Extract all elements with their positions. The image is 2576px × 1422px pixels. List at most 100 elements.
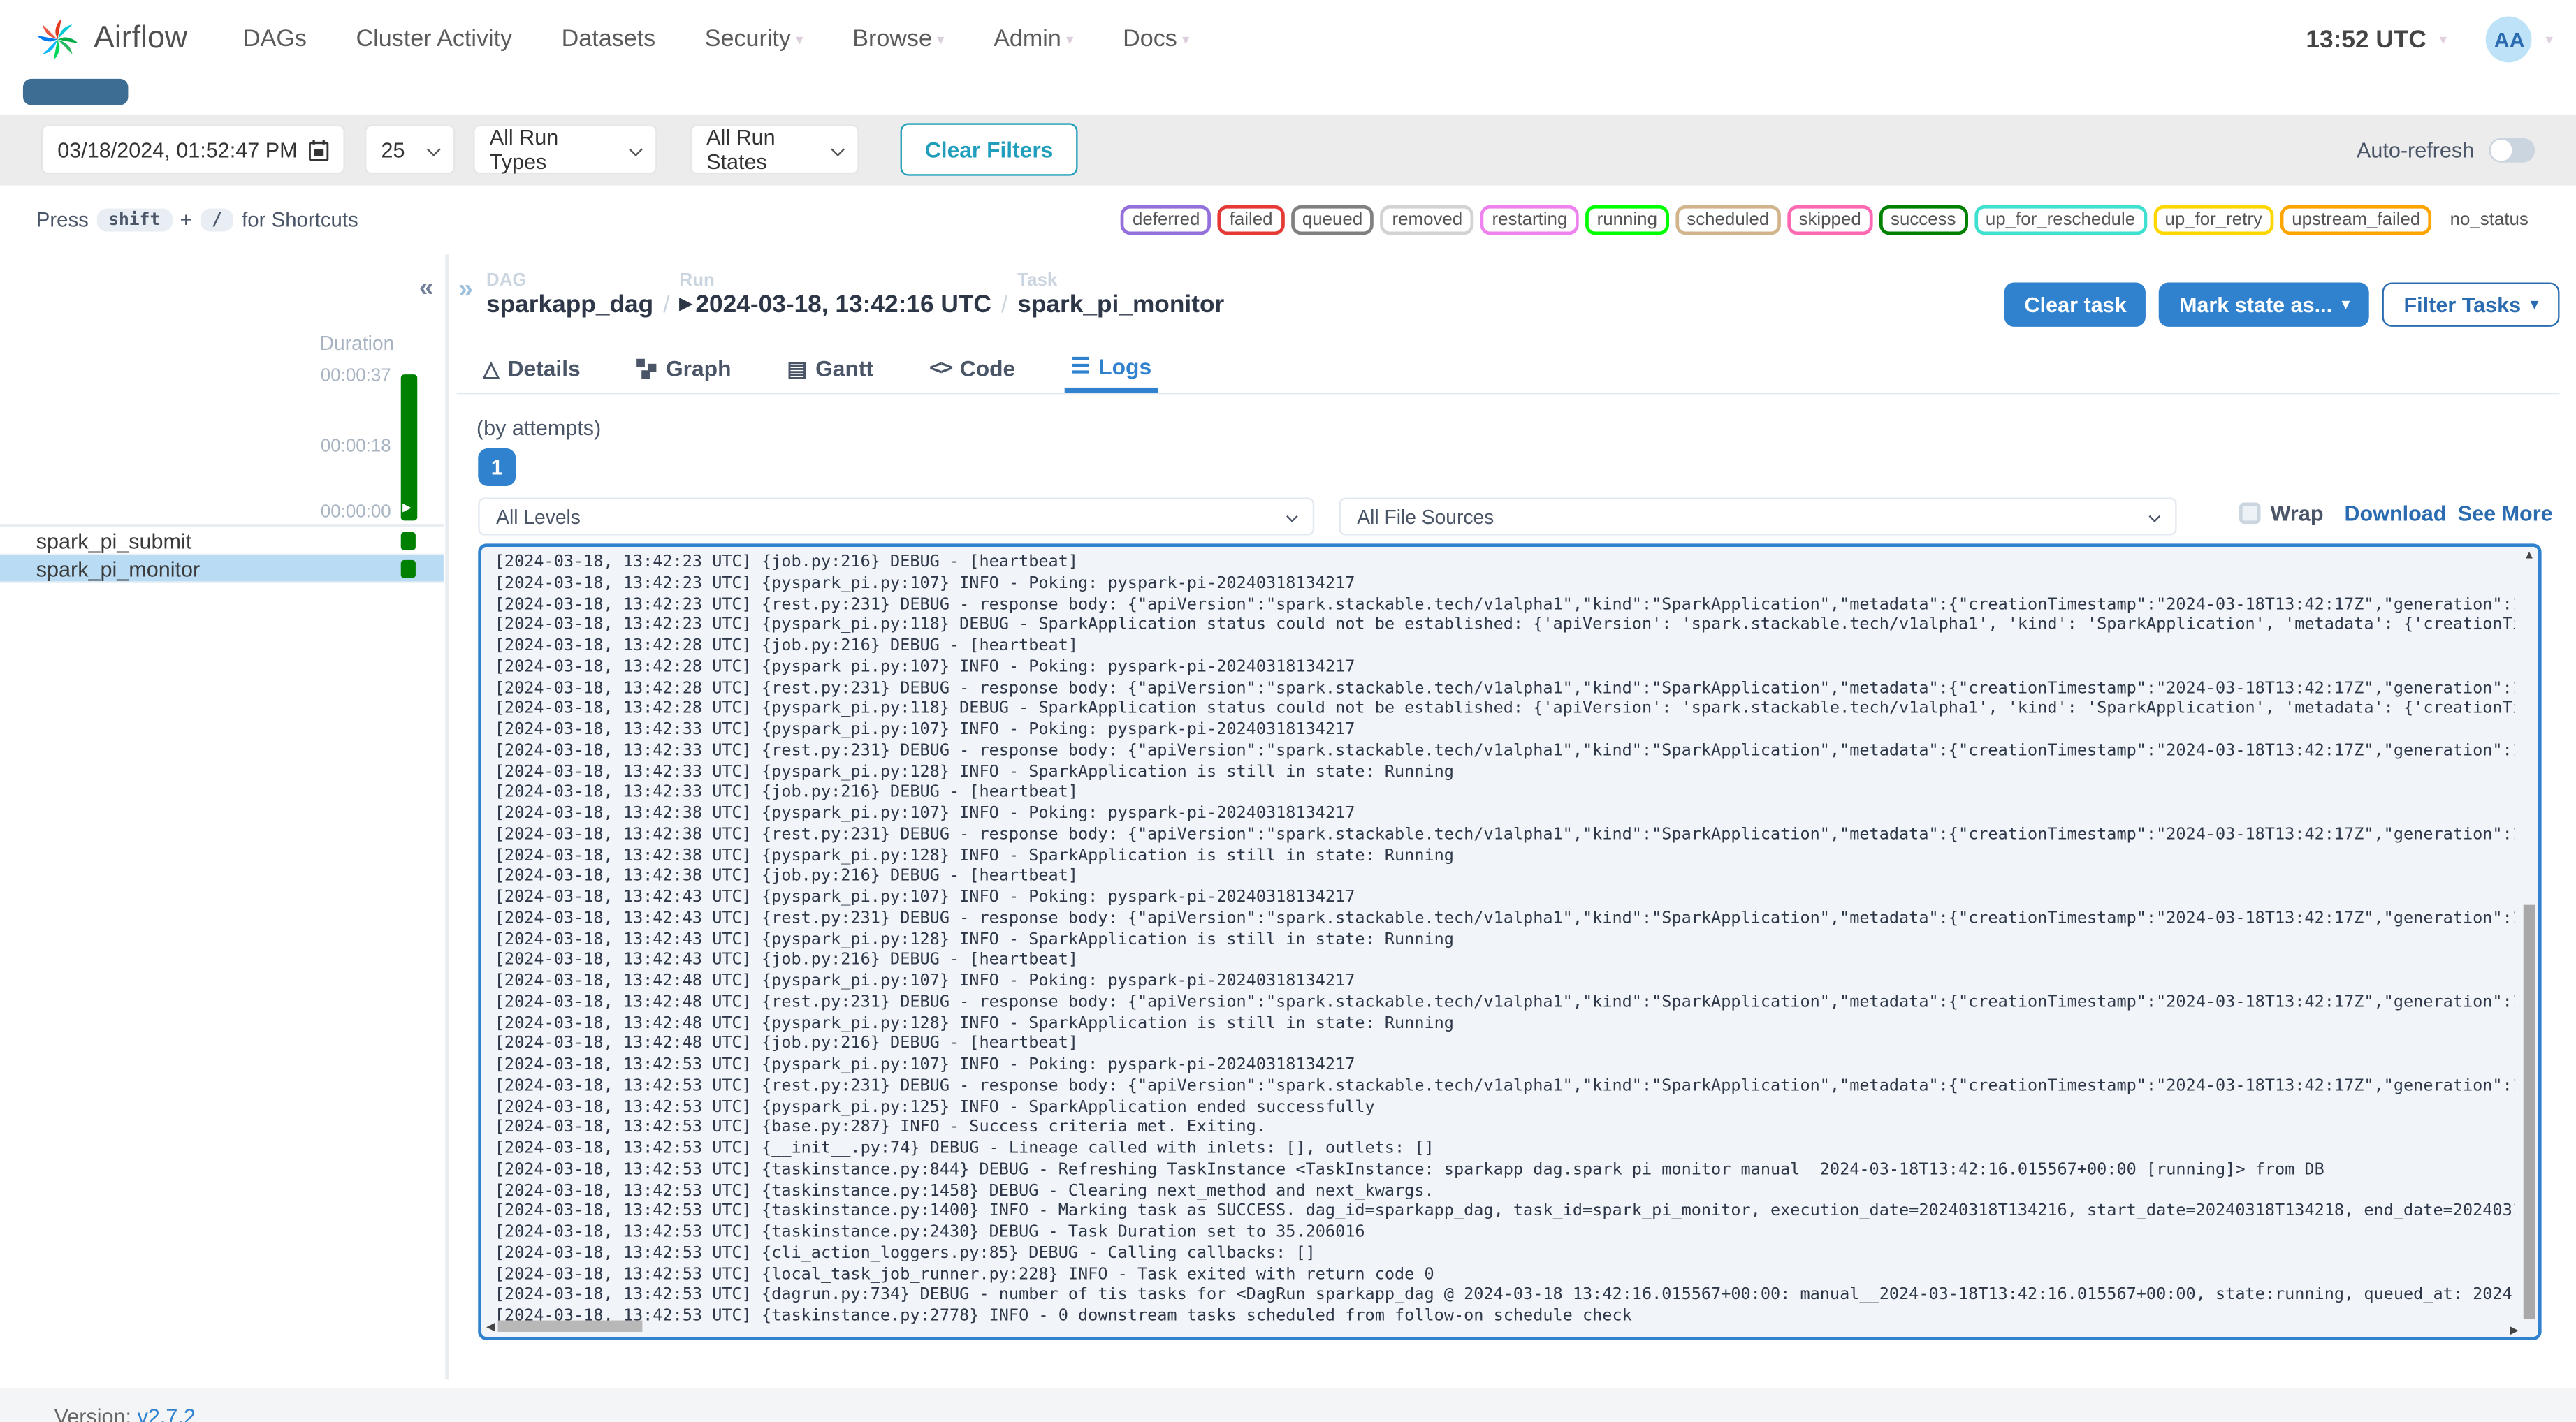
log-line: [2024-03-18, 13:42:43 UTC] {pyspark_pi.p… [494,930,1454,948]
scroll-left-icon[interactable]: ◀ [486,1319,495,1333]
clear-task-button[interactable]: Clear task [2004,282,2146,327]
toggle-knob [2490,139,2512,161]
status-badge[interactable]: upstream_failed [2280,205,2432,235]
tab-code[interactable]: <> Code [923,345,1022,393]
log-line: [2024-03-18, 13:42:43 UTC] {job.py:216} … [494,951,1079,969]
nav-dags[interactable]: DAGs [243,27,307,53]
status-badge[interactable]: skipped [1787,205,1873,235]
breadcrumb-task-label: Task [1017,270,1058,291]
nav-cluster-activity[interactable]: Cluster Activity [356,27,513,53]
run-types-select[interactable]: All Run Types [473,124,657,175]
task-row-spark-pi-submit[interactable]: spark_pi_submit [0,527,444,555]
breadcrumb-dag-label: DAG [486,270,527,291]
tab-logs[interactable]: ☰ Logs [1064,345,1158,393]
horizontal-scrollbar-thumb[interactable] [498,1320,643,1332]
nav-datasets[interactable]: Datasets [562,27,656,53]
wrap-label: Wrap [2270,501,2324,526]
caret-down-icon[interactable]: ▾ [2545,31,2553,49]
log-line: [2024-03-18, 13:42:53 UTC] {taskinstance… [494,1160,2324,1179]
graph-icon [636,358,657,379]
caret-down-icon[interactable]: ▾ [2440,31,2447,49]
nav-right: 13:52 UTC ▾ AA ▾ [2306,16,2553,63]
expand-panel-icon[interactable]: » [458,276,473,305]
page-size-select[interactable]: 25 [365,124,456,175]
log-line: [2024-03-18, 13:42:28 UTC] {rest.py:231}… [494,679,2515,698]
log-line: [2024-03-18, 13:42:53 UTC] {__init__.py:… [494,1139,1434,1158]
duration-label: Duration [319,331,395,355]
clear-filters-button[interactable]: Clear Filters [900,123,1078,176]
base-date-input[interactable]: 03/18/2024, 01:52:47 PM [41,124,345,175]
task-row-spark-pi-monitor[interactable]: spark_pi_monitor [0,555,444,583]
by-attempts-label: (by attempts) [476,415,602,441]
task-actions: Clear task Mark state as... ▾ Filter Task… [2004,282,2560,327]
task-status-square-success[interactable] [400,559,416,578]
status-badge[interactable]: up_for_reschedule [1974,205,2147,235]
log-output-panel[interactable]: [2024-03-18, 13:42:23 UTC] {job.py:216} … [478,543,2542,1340]
status-badge[interactable]: queued [1290,205,1374,235]
tab-details[interactable]: △ Details [476,345,587,393]
airflow-brand[interactable]: Airflow [33,15,187,64]
status-badge[interactable]: removed [1381,205,1474,235]
run-states-select[interactable]: All Run States [690,124,859,175]
utc-clock[interactable]: 13:52 UTC [2306,25,2426,53]
log-line: [2024-03-18, 13:42:53 UTC] {cli_action_l… [494,1244,1316,1263]
status-badge[interactable]: running [1585,205,1669,235]
log-levels-select[interactable]: All Levels [478,497,1315,536]
run-duration-bar[interactable]: ▶ [400,374,418,521]
airflow-logo-icon [36,18,78,61]
status-badge[interactable]: no_status [2438,205,2540,235]
breadcrumb-task-value[interactable]: spark_pi_monitor [1017,291,1224,318]
breadcrumb-run-value[interactable]: ▶ 2024-03-18, 13:42:16 UTC [680,291,991,318]
scroll-up-icon[interactable]: ▲ [2524,550,2535,562]
status-badge[interactable]: success [1879,205,1967,235]
log-line: [2024-03-18, 13:42:28 UTC] {job.py:216} … [494,637,1079,656]
nav-admin[interactable]: Admin ▾ [994,27,1073,53]
version-link[interactable]: v2.7.2 [138,1404,196,1422]
task-name[interactable]: spark_pi_submit [36,528,192,552]
status-badge[interactable]: scheduled [1675,205,1781,235]
detail-tabs: △ Details Graph ▤ Gantt <> Code ☰ Logs [456,345,2560,395]
log-line: [2024-03-18, 13:42:33 UTC] {job.py:216} … [494,784,1079,802]
breadcrumb-dag-value[interactable]: sparkapp_dag [486,291,653,318]
auto-refresh-toggle[interactable] [2489,138,2535,163]
caret-down-icon: ▾ [2531,295,2538,312]
filter-tasks-button[interactable]: Filter Tasks ▾ [2382,282,2560,327]
nav-security[interactable]: Security ▾ [705,27,803,53]
log-line: [2024-03-18, 13:42:53 UTC] {rest.py:231}… [494,1076,2515,1095]
mark-state-button[interactable]: Mark state as... ▾ [2159,282,2370,327]
see-more-link[interactable]: See More [2458,501,2553,525]
chevron-down-icon [629,142,643,156]
footer: Version: v2.7.2 [0,1387,2576,1422]
scroll-right-icon[interactable]: ▶ [2510,1324,2519,1337]
avatar[interactable]: AA [2486,16,2533,63]
log-line: [2024-03-18, 13:42:38 UTC] {job.py:216} … [494,867,1079,886]
collapse-sidebar-icon[interactable]: « [419,274,434,304]
wrap-checkbox[interactable] [2239,502,2261,525]
status-badge[interactable]: failed [1218,205,1285,235]
log-line: [2024-03-18, 13:42:48 UTC] {pyspark_pi.p… [494,1013,1454,1032]
tab-gantt[interactable]: ▤ Gantt [780,345,880,393]
log-line: [2024-03-18, 13:42:53 UTC] {local_task_j… [494,1265,1434,1284]
nav-docs[interactable]: Docs ▾ [1123,27,1189,53]
status-badge[interactable]: deferred [1121,205,1211,235]
log-line: [2024-03-18, 13:42:53 UTC] {base.py:287}… [494,1118,1267,1137]
log-lines: [2024-03-18, 13:42:23 UTC] {job.py:216} … [495,553,2515,1328]
log-file-sources-select[interactable]: All File Sources [1339,497,2177,536]
caret-down-icon: ▾ [796,30,803,47]
logs-icon: ☰ [1071,353,1091,378]
breadcrumb-separator: / [1000,291,1008,317]
horizontal-scrollbar[interactable]: ◀ [486,1319,2524,1333]
status-badge[interactable]: up_for_retry [2153,205,2274,235]
nav-browse[interactable]: Browse ▾ [852,27,944,53]
duration-tick: 00:00:18 [320,437,391,457]
log-line: [2024-03-18, 13:42:33 UTC] {pyspark_pi.p… [494,763,1454,782]
status-badge[interactable]: restarting [1480,205,1579,235]
tab-graph[interactable]: Graph [630,345,738,393]
panel-divider[interactable] [445,254,449,1380]
task-name[interactable]: spark_pi_monitor [36,556,200,580]
download-logs-link[interactable]: Download [2344,501,2446,525]
task-status-square-success[interactable] [400,531,416,550]
nav-menu: DAGs Cluster Activity Datasets Security ▾… [243,27,1189,53]
attempt-1-button[interactable]: 1 [478,448,516,487]
vertical-scrollbar-thumb[interactable] [2523,904,2535,1319]
